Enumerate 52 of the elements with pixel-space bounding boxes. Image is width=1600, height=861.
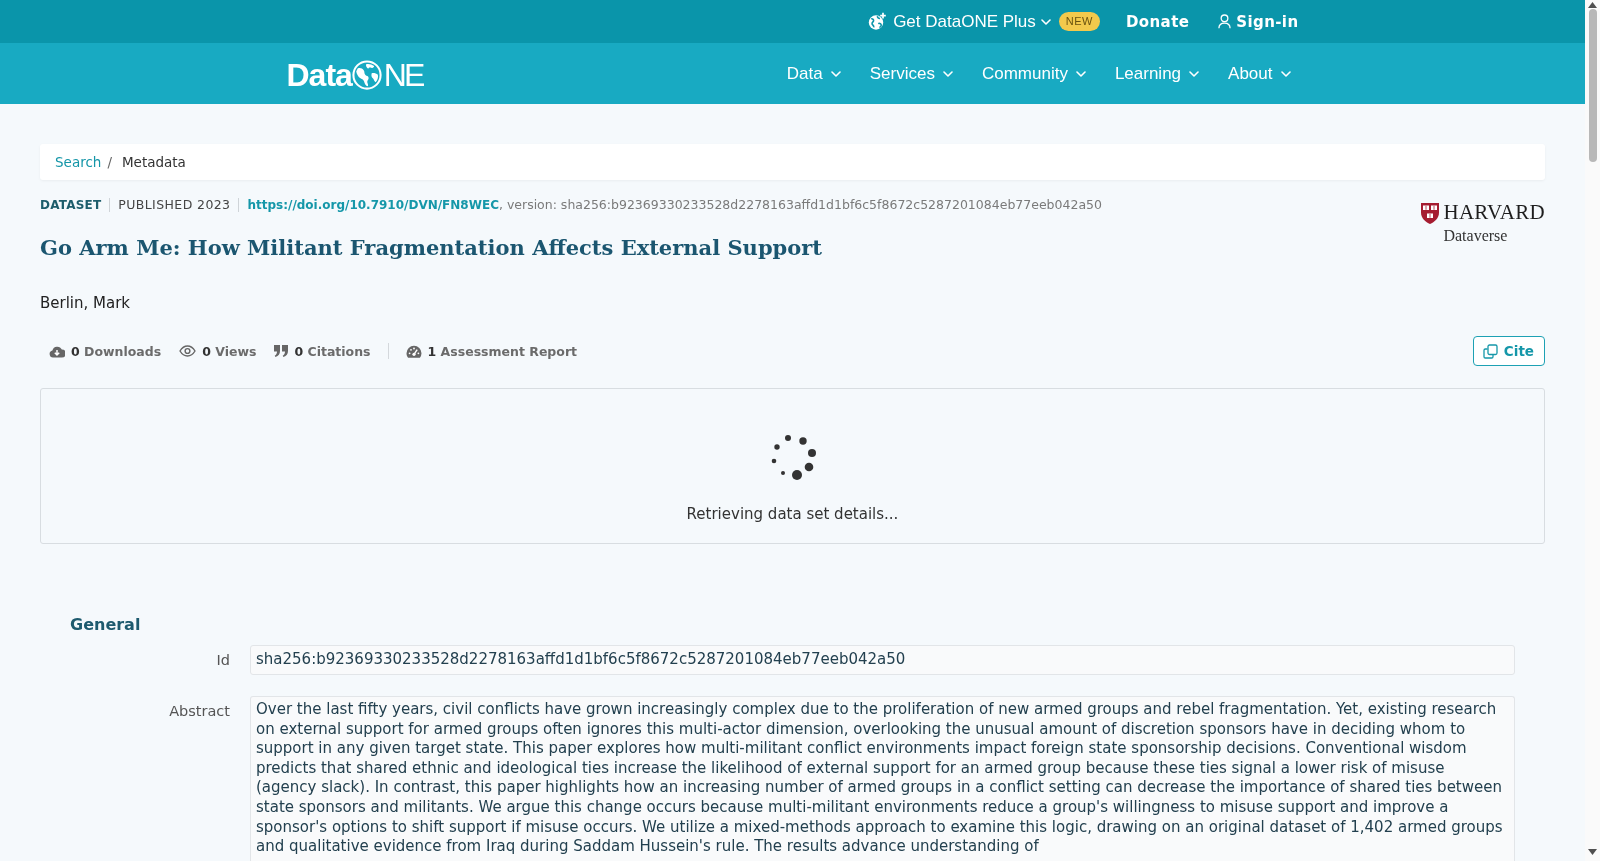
abstract-field[interactable]: Over the last fifty years, civil conflicts have grown increasingly complex due to the proliferation of new armed groups and rebel fragmentation. Yet, existing research on external support for armed groups often ignores this multi-actor dimension, overlooking the unusual amount of discretion sponsors have in deciding whom to support in any given target state. This paper explores how multi-militant conflict environments impact foreign state sponsorship decisions. Conventional wisdom predicts that shared ethnic and ideological ties increase the likelihood of external support for an armed group because these ties signal a lower risk of misuse (agency slack). In contrast, this paper highlights how an increasing number of armed groups in a conflict setting can decrease the importance of shared ties between state sponsors and militants. We argue this change occurs because multi-militant environments reduce a group's willingness to misuse support and improve a sponsor's options to shift support if misuse occurs. We utilize a mixed-methods approach to examine this logic, drawing on an original dataset of 1,402 armed groups and qualitative evidence from Iraq during Saddam Hussein's rule. The results advance understanding of [250, 696, 1515, 861]
assessment-text: 1 Assessment Report [427, 343, 578, 359]
breadcrumb-separator: / [107, 154, 112, 170]
nav-menu-item[interactable]: Services [869, 63, 953, 84]
field-label: Abstract [169, 703, 230, 719]
copy-icon [1482, 343, 1498, 359]
eye-icon [179, 345, 197, 357]
nav-menu-item[interactable]: Community [981, 63, 1086, 84]
chevron-down-icon [1040, 18, 1051, 25]
logo-text: NE [383, 58, 423, 91]
metric-text: 0 Citations [294, 343, 371, 359]
quote-icon [274, 345, 289, 357]
loading-message: Retrieving data set details... [686, 504, 899, 524]
scroll-up-arrow-icon[interactable] [1588, 2, 1597, 8]
dataset-title: Go Arm Me: How Militant Fragmentation Affects External Support [40, 234, 824, 262]
logo-title: HARVARD [1443, 202, 1545, 225]
field-label: Id [216, 652, 230, 668]
logo-text: Data [286, 58, 352, 91]
dataset-type-label: DATASET [40, 197, 102, 213]
new-badge: NEW [1058, 12, 1100, 31]
nav-menu-item[interactable]: About [1228, 63, 1291, 84]
metric-text: 0 Views [202, 343, 257, 359]
author-name: Berlin, Mark [40, 294, 131, 312]
globe-plus-icon [868, 12, 888, 31]
scrollbar[interactable] [1585, 0, 1600, 861]
nav-menu-item[interactable]: Data [786, 63, 841, 84]
chevron-down-icon [1075, 70, 1086, 77]
metric-text: 0 Downloads [71, 343, 162, 359]
shield-icon [1420, 202, 1441, 225]
scrollbar-thumb[interactable] [1588, 9, 1597, 162]
breadcrumb-current: Metadata [121, 154, 186, 170]
scroll-down-arrow-icon[interactable] [1588, 849, 1597, 855]
chevron-down-icon [1280, 70, 1291, 77]
doi-link[interactable]: https://doi.org/10.7910/DVN/FN8WEC [247, 197, 499, 213]
cite-button[interactable]: Cite [1472, 336, 1545, 366]
sign-in-link[interactable]: Sign-in [1218, 12, 1299, 31]
publication-date: PUBLISHED 2023 [118, 197, 231, 213]
plus-menu-button[interactable]: Get DataONE Plus [868, 11, 1051, 32]
version-text: , version: sha256:b92369330233528d2278163affd1d1bf6c5f8672c5287201084eb77eeb042a50 [498, 197, 1102, 213]
gauge-icon [405, 344, 422, 358]
chevron-down-icon [830, 70, 841, 77]
breadcrumb-link[interactable]: Search [55, 154, 102, 170]
logo-subtitle: Dataverse [1443, 227, 1509, 245]
id-field[interactable]: sha256:b92369330233528d2278163affd1d1bf6c5f8672c5287201084eb77eeb042a50 [250, 645, 1515, 675]
cloud-download-icon [49, 344, 65, 358]
donate-link[interactable]: Donate [1125, 12, 1190, 31]
nav-menu-item[interactable]: Learning [1114, 63, 1200, 84]
chevron-down-icon [1189, 70, 1200, 77]
logo-globe-icon [351, 59, 382, 90]
user-icon [1218, 14, 1232, 29]
section-heading: General [70, 615, 142, 635]
chevron-down-icon [942, 70, 953, 77]
